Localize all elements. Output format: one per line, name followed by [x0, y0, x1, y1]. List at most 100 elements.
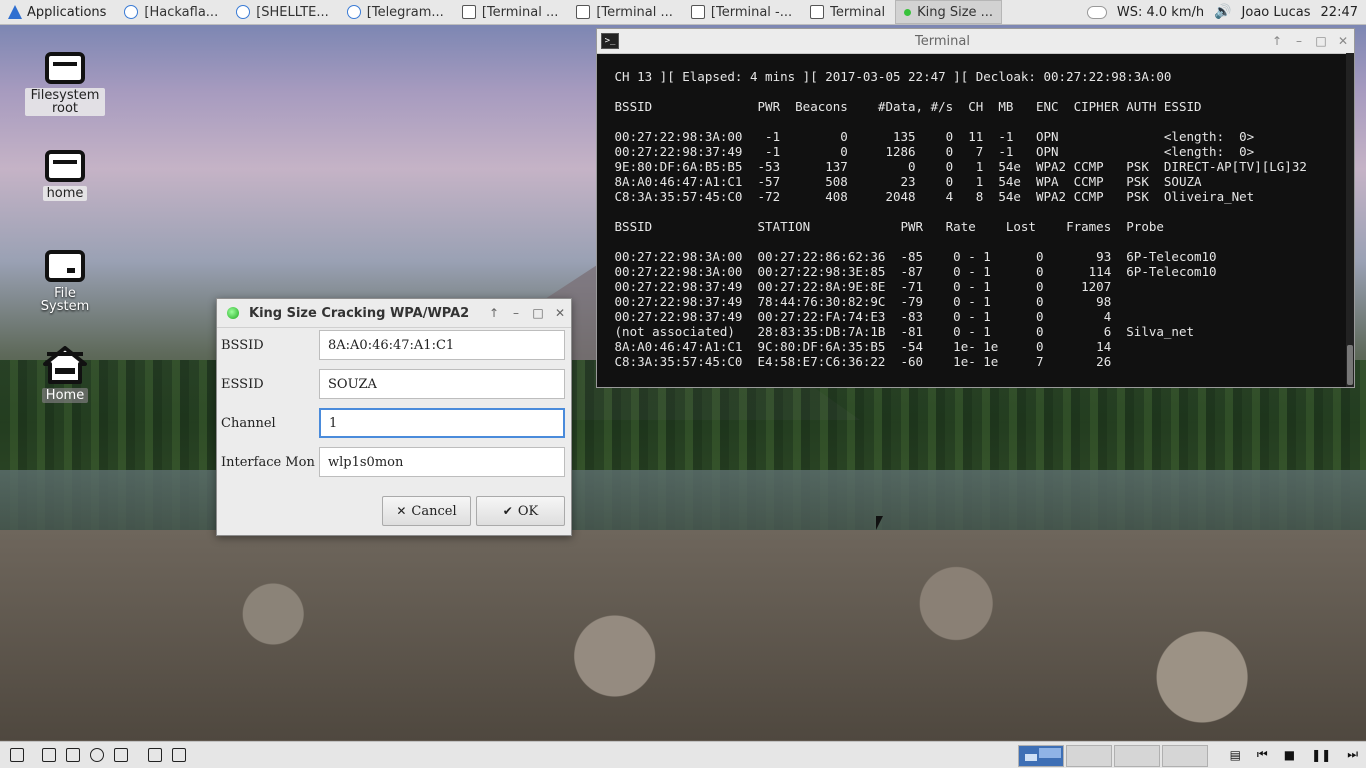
terminal-icon — [690, 5, 705, 19]
king-size-dialog[interactable]: King Size Cracking WPA/WPA2 ↑ – □ ✕ BSSI… — [216, 298, 572, 536]
previous-icon[interactable]: ⏮ — [1257, 747, 1268, 762]
desktop-icon-label: Home — [41, 388, 89, 403]
top-panel: Applications [Hackafla... [SHELLTE... [T… — [0, 0, 1366, 25]
workspace-1[interactable] — [1018, 745, 1064, 767]
media-controls: ▤ ⏮ ■ ❚❚ ⏭ — [1230, 747, 1358, 762]
channel-label: Channel — [221, 415, 276, 431]
browser-icon — [124, 5, 139, 19]
folder-icon[interactable] — [148, 748, 162, 762]
channel-field[interactable]: 1 — [319, 408, 565, 438]
scrollbar-thumb[interactable] — [1347, 345, 1353, 385]
terminal-launcher-icon[interactable] — [10, 748, 24, 762]
workspace-2[interactable] — [1066, 745, 1112, 767]
ok-label: OK — [517, 503, 539, 519]
desktop-icon-home-folder[interactable]: home — [25, 150, 105, 201]
terminal-titlebar[interactable]: >_ Terminal ↑ – □ ✕ — [597, 29, 1354, 54]
task-label: [Terminal ... — [596, 4, 673, 20]
desktop-icon-filesystem-root[interactable]: Filesystem root — [25, 52, 105, 116]
terminal-icon — [810, 5, 825, 19]
essid-field[interactable]: SOUZA — [319, 369, 565, 399]
task-telegram[interactable]: [Telegram... — [339, 1, 452, 23]
green-orb-icon — [227, 307, 239, 319]
xfce-logo-icon — [8, 5, 22, 19]
mouse-cursor-icon — [876, 516, 883, 530]
close-icon[interactable]: ✕ — [1332, 34, 1354, 48]
terminal-output[interactable]: CH 13 ][ Elapsed: 4 mins ][ 2017-03-05 2… — [607, 69, 1344, 383]
home-icon — [43, 346, 87, 384]
check-icon: ✔ — [502, 504, 513, 518]
terminal-line: CH 13 ][ Elapsed: 4 mins ][ 2017-03-05 2… — [607, 69, 1172, 84]
dialog-title: King Size Cracking WPA/WPA2 — [249, 305, 470, 321]
task-hackaflag[interactable]: [Hackafla... — [116, 1, 226, 23]
cancel-button[interactable]: ✕ Cancel — [382, 496, 471, 526]
task-terminal-2[interactable]: [Terminal ... — [568, 1, 681, 23]
task-terminal-3[interactable]: [Terminal -... — [683, 1, 800, 23]
terminal-line: 00:27:22:98:3A:00 -1 0 135 0 11 -1 OPN <… — [607, 129, 1255, 144]
task-label: King Size ... — [917, 4, 994, 20]
task-terminal-1[interactable]: [Terminal ... — [454, 1, 567, 23]
search-icon[interactable] — [114, 748, 128, 762]
volume-icon[interactable]: 🔊 — [1214, 4, 1231, 20]
next-icon[interactable]: ⏭ — [1347, 747, 1358, 762]
terminal-window[interactable]: >_ Terminal ↑ – □ ✕ CH 13 ][ Elapsed: 4 … — [596, 28, 1355, 388]
applications-label: Applications — [27, 4, 107, 20]
task-label: [Terminal -... — [710, 4, 793, 20]
clipboard-icon[interactable] — [66, 748, 80, 762]
terminal-line: BSSID STATION PWR Rate Lost Frames Probe — [607, 219, 1164, 234]
essid-label: ESSID — [221, 376, 264, 392]
stop-icon[interactable]: ■ — [1284, 748, 1295, 762]
camera-icon[interactable] — [172, 748, 186, 762]
browser-icon — [236, 5, 251, 19]
task-label: Terminal — [830, 4, 886, 20]
applications-menu[interactable]: Applications — [0, 0, 116, 24]
desktop-icon-home[interactable]: Home — [25, 346, 105, 403]
bssid-field[interactable]: 8A:A0:46:47:A1:C1 — [319, 330, 565, 360]
task-shellter[interactable]: [SHELLTE... — [228, 1, 337, 23]
terminal-line: C8:3A:35:57:45:C0 E4:58:E7:C6:36:22 -60 … — [607, 354, 1112, 369]
close-icon[interactable]: ✕ — [549, 306, 571, 320]
maximize-icon[interactable]: □ — [1310, 34, 1332, 48]
weather-cloud-icon[interactable] — [1086, 5, 1107, 19]
terminal-line: 00:27:22:98:3A:00 00:27:22:98:3E:85 -87 … — [607, 264, 1217, 279]
pause-icon[interactable]: ❚❚ — [1311, 748, 1331, 762]
weather-wind-speed[interactable]: WS: 4.0 km/h — [1117, 5, 1204, 20]
removable-drive-icon — [45, 250, 85, 282]
terminal-title: Terminal — [915, 33, 970, 49]
terminal-line: 00:27:22:98:37:49 -1 0 1286 0 7 -1 OPN <… — [607, 144, 1255, 159]
essid-row: ESSID SOUZA — [221, 369, 567, 399]
cancel-label: Cancel — [411, 503, 457, 519]
power-icon[interactable] — [90, 748, 104, 762]
desktop-icon-label: Filesystem root — [25, 88, 105, 116]
terminal-line: 00:27:22:98:37:49 00:27:22:8A:9E:8E -71 … — [607, 279, 1112, 294]
desktop-icon-label: home — [42, 186, 88, 201]
task-terminal-4[interactable]: Terminal — [802, 1, 893, 23]
playlist-icon[interactable]: ▤ — [1230, 748, 1241, 762]
clock[interactable]: 22:47 — [1321, 5, 1358, 20]
maximize-icon[interactable]: □ — [527, 306, 549, 320]
dialog-titlebar[interactable]: King Size Cracking WPA/WPA2 ↑ – □ ✕ — [217, 299, 571, 328]
bottom-panel: ▤ ⏮ ■ ❚❚ ⏭ — [0, 741, 1366, 768]
channel-row: Channel 1 — [221, 408, 567, 438]
desktop-icon-label: File System — [40, 286, 90, 314]
terminal-scrollbar[interactable] — [1346, 53, 1354, 387]
interface-row: Interface Mon wlp1s0mon — [221, 447, 567, 477]
window-up-icon[interactable]: ↑ — [483, 306, 505, 320]
bssid-label: BSSID — [221, 337, 264, 353]
workspace-4[interactable] — [1162, 745, 1208, 767]
ok-button[interactable]: ✔ OK — [476, 496, 565, 526]
terminal-line: 8A:A0:46:47:A1:C1 -57 508 23 0 1 54e WPA… — [607, 174, 1202, 189]
user-name[interactable]: Joao Lucas — [1242, 5, 1311, 20]
desktop-icon-file-system[interactable]: File System — [25, 250, 105, 314]
task-king-size[interactable]: King Size ... — [895, 0, 1003, 24]
terminal-line: BSSID PWR Beacons #Data, #/s CH MB ENC C… — [607, 99, 1202, 114]
floppy-icon[interactable] — [42, 748, 56, 762]
system-tray: WS: 4.0 km/h 🔊 Joao Lucas 22:47 — [1086, 4, 1366, 20]
workspace-3[interactable] — [1114, 745, 1160, 767]
window-up-icon[interactable]: ↑ — [1266, 34, 1288, 48]
minimize-icon[interactable]: – — [1288, 34, 1310, 48]
interface-mon-field[interactable]: wlp1s0mon — [319, 447, 565, 477]
minimize-icon[interactable]: – — [505, 306, 527, 320]
